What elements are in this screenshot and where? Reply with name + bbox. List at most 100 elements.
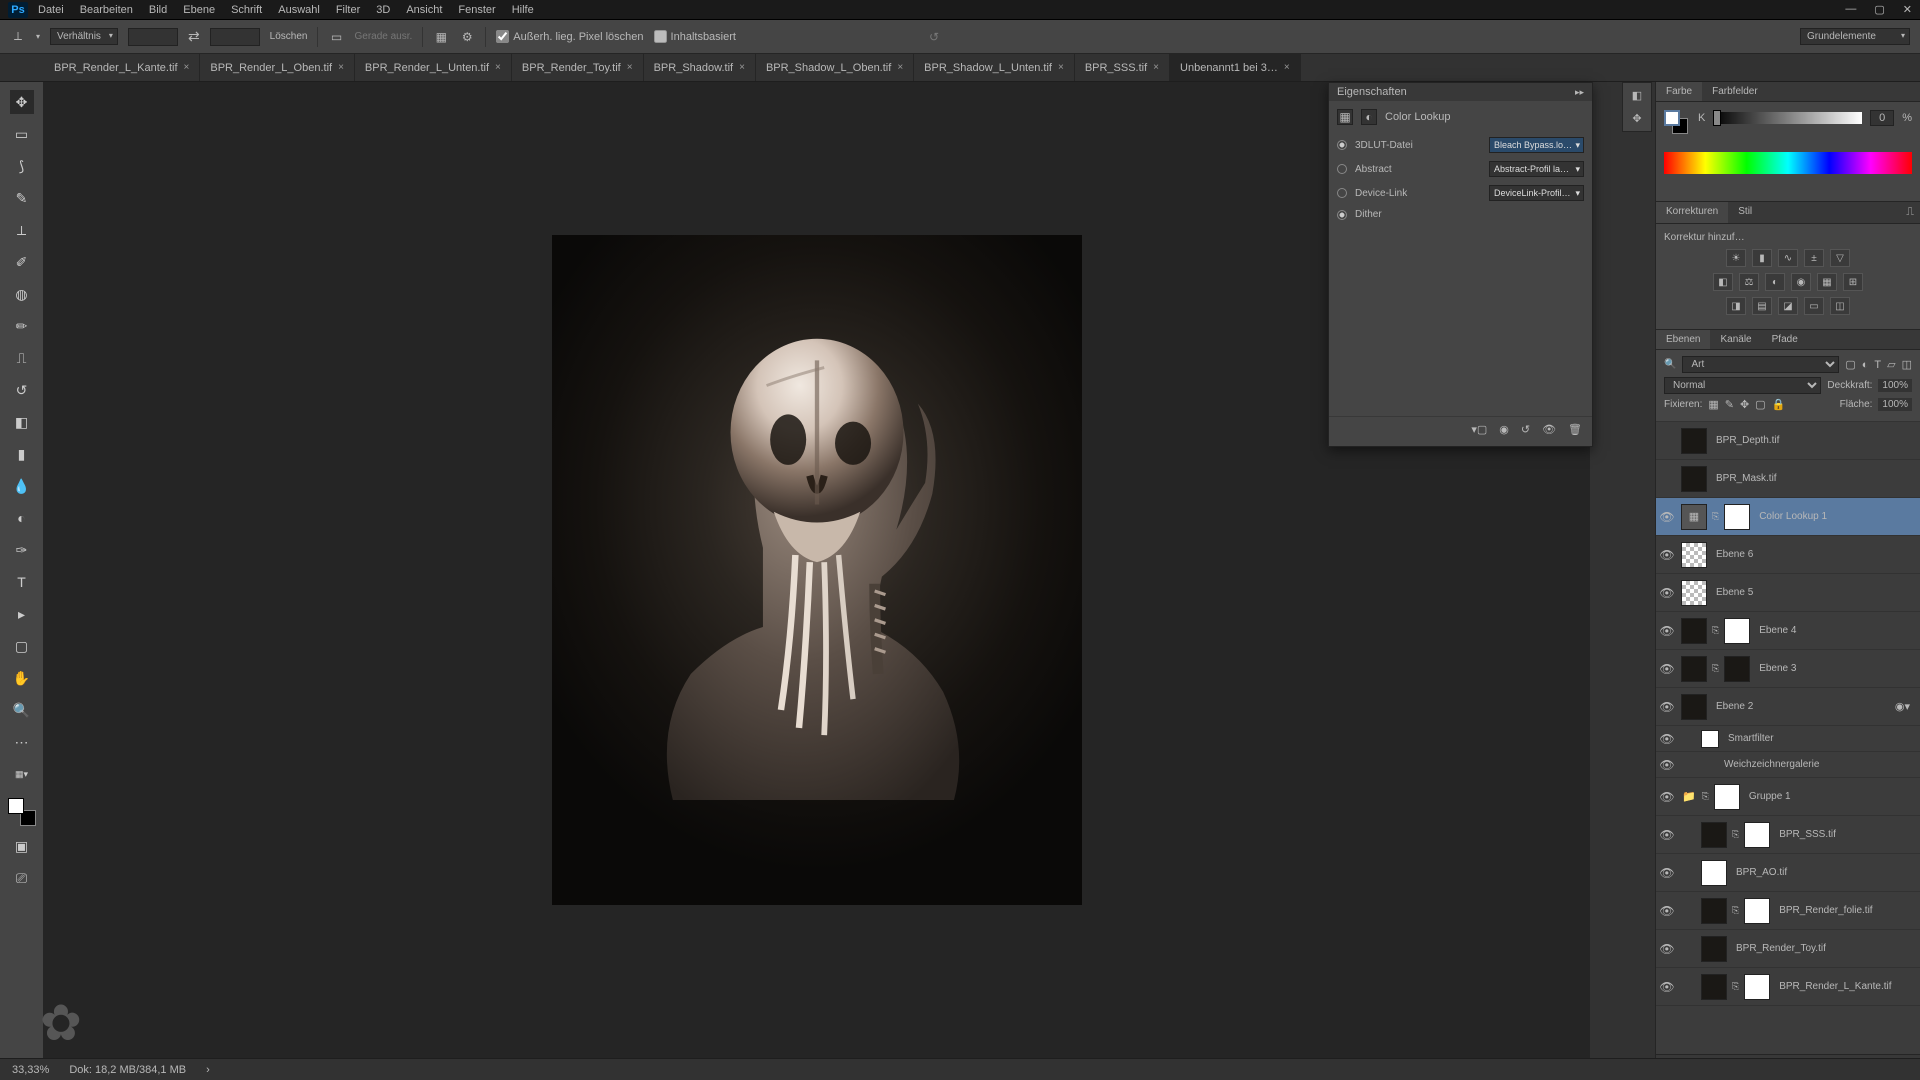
tab-close-icon[interactable]: × [495, 62, 501, 73]
selective-color-icon[interactable]: ◫ [1830, 297, 1850, 315]
edit-toolbar[interactable]: ▦▾ [10, 762, 34, 786]
layer-row[interactable]: 👁 BPR_Render_Toy.tif [1656, 930, 1920, 968]
layer-thumbnail[interactable] [1681, 694, 1707, 720]
layer-thumbnail[interactable] [1681, 656, 1707, 682]
mask-thumbnail[interactable] [1714, 784, 1740, 810]
tab-close-icon[interactable]: × [1153, 62, 1159, 73]
layer-row[interactable]: 👁⎘BPR_SSS.tif [1656, 816, 1920, 854]
color-balance-icon[interactable]: ⚖ [1739, 273, 1759, 291]
posterize-icon[interactable]: ▤ [1752, 297, 1772, 315]
document-tab[interactable]: BPR_SSS.tif× [1075, 54, 1170, 81]
channel-mixer-icon[interactable]: ▦ [1817, 273, 1837, 291]
status-chevron-icon[interactable]: › [206, 1064, 210, 1076]
visibility-icon[interactable]: 👁 [1656, 758, 1678, 772]
visibility-icon[interactable]: 👁 [1656, 828, 1678, 842]
lock-paint-icon[interactable]: ✎ [1725, 398, 1734, 411]
lock-pixels-icon[interactable]: ▦ [1708, 398, 1718, 411]
type-tool[interactable]: T [10, 570, 34, 594]
hue-icon[interactable]: ◧ [1713, 273, 1733, 291]
k-slider[interactable] [1713, 112, 1862, 124]
link-icon[interactable]: ⎘ [1732, 981, 1739, 992]
layer-name[interactable]: BPR_SSS.tif [1779, 829, 1914, 840]
panel-icon[interactable]: ◧ [1632, 89, 1642, 102]
menu-filter[interactable]: Filter [336, 4, 360, 16]
radio-icon[interactable] [1337, 188, 1347, 198]
collapsed-panel-strip[interactable]: ◧ ✥ [1622, 82, 1652, 132]
chevron-down-icon[interactable]: ▾ [36, 32, 40, 41]
brightness-icon[interactable]: ☀ [1726, 249, 1746, 267]
layer-thumbnail[interactable] [1681, 466, 1707, 492]
mask-thumbnail[interactable] [1744, 898, 1770, 924]
link-icon[interactable]: ⎘ [1702, 791, 1709, 802]
layer-thumbnail[interactable] [1701, 822, 1727, 848]
tab-color[interactable]: Farbe [1656, 82, 1702, 101]
history-brush-tool[interactable]: ↺ [10, 378, 34, 402]
gear-icon[interactable]: ⚙ [459, 29, 475, 45]
view-previous-icon[interactable]: ◉ [1499, 423, 1509, 436]
move-tool[interactable]: ✥ [10, 90, 34, 114]
menu-auswahl[interactable]: Auswahl [278, 4, 320, 16]
ratio-width-input[interactable] [128, 28, 178, 46]
layer-row[interactable]: 👁Ebene 5 [1656, 574, 1920, 612]
document-tab[interactable]: BPR_Render_Toy.tif× [512, 54, 644, 81]
brush-tool[interactable]: ✏ [10, 314, 34, 338]
filter-adjust-icon[interactable]: ◐ [1862, 359, 1869, 371]
layer-filter-select[interactable]: Art [1682, 356, 1839, 373]
layer-row[interactable]: 👁Ebene 2◉▾ [1656, 688, 1920, 726]
visibility-icon[interactable]: 👁 [1656, 942, 1678, 956]
filter-type-icon[interactable]: T [1874, 359, 1881, 371]
more-tools[interactable]: ⋯ [10, 730, 34, 754]
link-icon[interactable]: ⎘ [1712, 511, 1719, 522]
property-dropdown[interactable]: Abstract-Profil la… [1489, 161, 1584, 177]
mask-thumbnail[interactable] [1724, 656, 1750, 682]
layer-thumbnail[interactable] [1701, 730, 1719, 748]
blend-mode-select[interactable]: Normal [1664, 377, 1821, 394]
layer-name[interactable]: Ebene 3 [1759, 663, 1914, 674]
mask-thumbnail[interactable] [1744, 822, 1770, 848]
layer-name[interactable]: Gruppe 1 [1749, 791, 1914, 802]
bw-icon[interactable]: ◐ [1765, 273, 1785, 291]
invert-icon[interactable]: ◨ [1726, 297, 1746, 315]
property-dropdown[interactable]: Bleach Bypass.lo… [1489, 137, 1584, 153]
hand-tool[interactable]: ✋ [10, 666, 34, 690]
fill-value[interactable]: 100% [1878, 398, 1912, 411]
ratio-height-input[interactable] [210, 28, 260, 46]
visibility-icon[interactable]: 👁 [1542, 423, 1556, 436]
document-tab[interactable]: BPR_Render_L_Oben.tif× [200, 54, 355, 81]
zoom-value[interactable]: 33,33% [12, 1064, 49, 1076]
layer-row[interactable]: 👁Weichzeichnergalerie [1656, 752, 1920, 778]
lock-artboard-icon[interactable]: ▢ [1755, 398, 1765, 411]
layer-row[interactable]: 👁⎘Ebene 4 [1656, 612, 1920, 650]
maximize-icon[interactable]: ▢ [1874, 3, 1884, 16]
menu-ebene[interactable]: Ebene [183, 4, 215, 16]
straighten-icon[interactable]: ▭ [328, 29, 344, 45]
photo-filter-icon[interactable]: ◉ [1791, 273, 1811, 291]
layer-name[interactable]: Ebene 6 [1716, 549, 1914, 560]
gradient-tool[interactable]: ▮ [10, 442, 34, 466]
layer-name[interactable]: BPR_Render_L_Kante.tif [1779, 981, 1914, 992]
visibility-icon[interactable]: 👁 [1656, 980, 1678, 994]
menu-fenster[interactable]: Fenster [458, 4, 495, 16]
grid-overlay-icon[interactable]: ▦ [433, 29, 449, 45]
pen-tool[interactable]: ✑ [10, 538, 34, 562]
levels-icon[interactable]: ▮ [1752, 249, 1772, 267]
ratio-select[interactable]: Verhältnis [50, 28, 118, 45]
visibility-icon[interactable]: 👁 [1656, 548, 1678, 562]
layer-name[interactable]: BPR_AO.tif [1736, 867, 1914, 878]
layer-thumbnail[interactable] [1681, 428, 1707, 454]
layer-name[interactable]: Color Lookup 1 [1759, 511, 1914, 522]
document-canvas[interactable] [552, 235, 1082, 905]
layer-name[interactable]: BPR_Depth.tif [1716, 435, 1914, 446]
layer-name[interactable]: BPR_Render_Toy.tif [1736, 943, 1914, 954]
properties-panel[interactable]: Eigenschaften ▸▸ ▦ ◐ Color Lookup 3DLUT-… [1328, 82, 1593, 447]
reset-icon[interactable]: ↺ [926, 29, 942, 45]
visibility-icon[interactable]: 👁 [1656, 662, 1678, 676]
lock-position-icon[interactable]: ✥ [1740, 398, 1749, 411]
workspace-select[interactable]: Grundelemente [1800, 28, 1910, 45]
menu-3d[interactable]: 3D [376, 4, 390, 16]
visibility-icon[interactable]: 👁 [1656, 700, 1678, 714]
visibility-icon[interactable]: 👁 [1656, 790, 1678, 804]
close-icon[interactable]: ✕ [1903, 3, 1912, 16]
panel-icon[interactable]: ✥ [1632, 112, 1641, 125]
tab-close-icon[interactable]: × [1058, 62, 1064, 73]
